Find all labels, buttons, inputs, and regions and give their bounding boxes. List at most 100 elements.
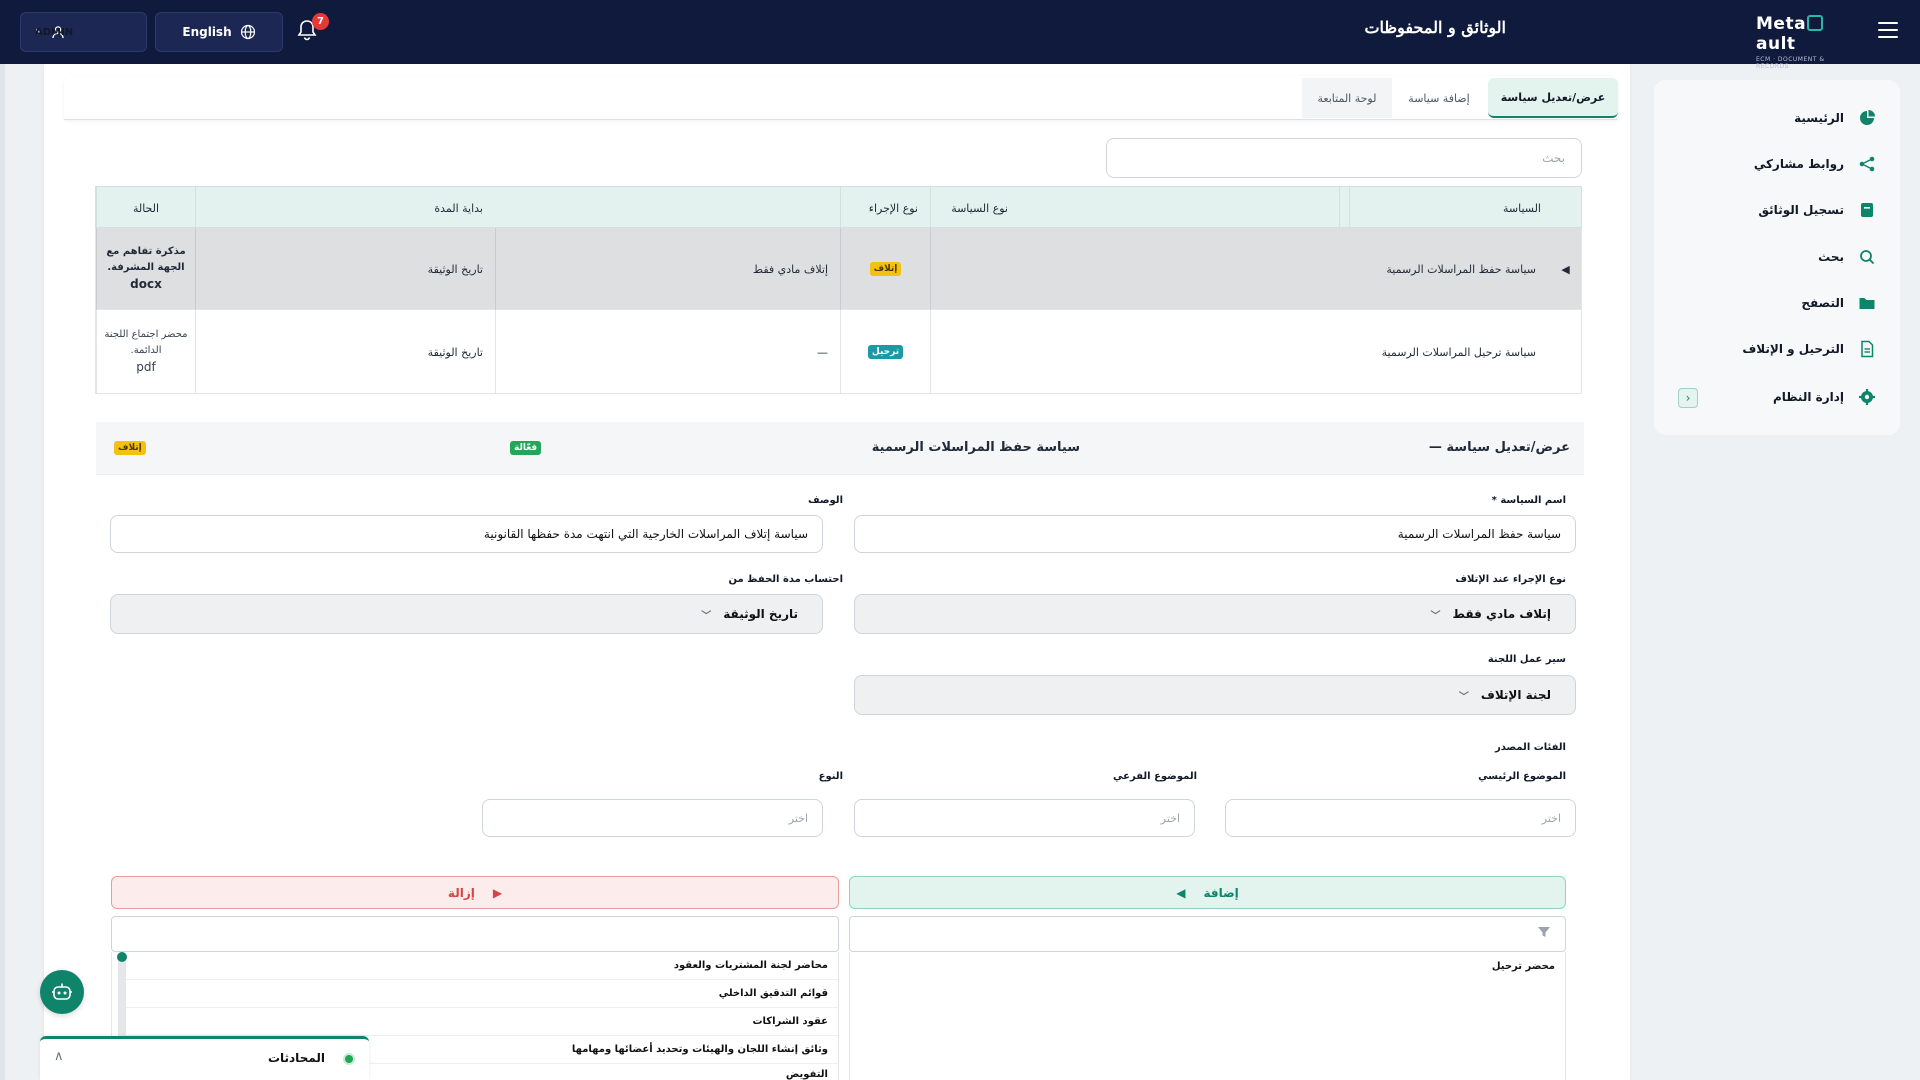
search-icon bbox=[1858, 248, 1876, 266]
cell-policy: سياسة ترحيل المراسلات الرسمية bbox=[930, 310, 1548, 394]
available-filter-input[interactable] bbox=[111, 916, 839, 952]
cell-start-period: تاريخ الوثيقة bbox=[195, 310, 495, 394]
col-policy[interactable]: السياسة bbox=[1339, 187, 1553, 229]
cell-start-period: تاريخ الوثيقة bbox=[195, 228, 495, 310]
col-start-period[interactable]: بداية المدة bbox=[195, 187, 495, 229]
sidebar-item-label: إدارة النظام bbox=[1772, 390, 1844, 404]
arrow-right-icon: ▶ bbox=[492, 885, 503, 900]
list-item[interactable]: محاضر لجنة المشتريات والعقود bbox=[126, 952, 838, 980]
logo-tagline: ECM · DOCUMENT & RECORDS bbox=[1756, 56, 1825, 70]
sidebar-item-share-links[interactable]: روابط مشاركي bbox=[1754, 144, 1876, 184]
action-type-value: إتلاف مادي فقط bbox=[1452, 607, 1551, 621]
description-input[interactable]: سياسة إتلاف المراسلات الخارجية التي انته… bbox=[110, 515, 823, 553]
edit-card-header: عرض/تعديل سياسة — سياسة حفظ المراسلات ال… bbox=[96, 422, 1584, 474]
brand-logo: Metaault ECM · DOCUMENT & RECORDS bbox=[1756, 14, 1852, 70]
action-type-label: نوع الإجراء عند الإتلاف bbox=[1455, 574, 1566, 585]
status-file-ext: pdf bbox=[136, 360, 156, 375]
policy-type-badge: ترحيل bbox=[867, 345, 904, 359]
selected-filter-input[interactable] bbox=[849, 916, 1566, 952]
top-bar: › ADMIN English 7 الوثائق و المحفوظات Me… bbox=[0, 0, 1920, 70]
tabs-bar: عرض/تعديل سياسة إضافة سياسة لوحة المتابع… bbox=[64, 76, 1618, 120]
kind-select[interactable]: اختر bbox=[482, 799, 823, 837]
user-name: ADMIN bbox=[35, 26, 74, 38]
sidebar-item-browse[interactable]: التصفح bbox=[1801, 283, 1876, 323]
cell-status: محضر اجتماع اللجنة الدائمة. pdf bbox=[96, 310, 195, 394]
edit-card-policy-name: سياسة حفظ المراسلات الرسمية bbox=[871, 440, 1080, 455]
cell-policy-type: إتلاف bbox=[840, 228, 930, 310]
sidebar-item-transfer-destroy[interactable]: الترحيل و الإتلاف bbox=[1742, 329, 1876, 369]
col-status[interactable]: الحالة bbox=[96, 187, 195, 229]
sidebar-item-label: تسجيل الوثائق bbox=[1758, 203, 1844, 217]
list-item[interactable]: محضر ترحيل bbox=[850, 952, 1565, 980]
sub-topic-select[interactable]: اختر bbox=[854, 799, 1195, 837]
chat-panel-toggle[interactable]: ∧ المحادثات bbox=[40, 1036, 369, 1080]
edit-card-title: عرض/تعديل سياسة — bbox=[1428, 440, 1570, 455]
policy-name-input[interactable]: سياسة حفظ المراسلات الرسمية bbox=[854, 515, 1576, 553]
search-input[interactable] bbox=[1106, 138, 1582, 178]
sidebar-item-label: التصفح bbox=[1801, 296, 1844, 310]
remove-button-label: إزالة bbox=[447, 885, 475, 900]
committee-workflow-value: لجنة الإتلاف bbox=[1480, 688, 1551, 702]
add-button[interactable]: إضافة ◀ bbox=[849, 876, 1566, 909]
description-label: الوصف bbox=[807, 495, 843, 506]
archive-icon bbox=[1858, 201, 1876, 219]
active-status-badge: فعّالة bbox=[510, 441, 542, 455]
sidebar-item-system-admin[interactable]: إدارة النظام bbox=[1773, 377, 1876, 417]
app-title: الوثائق و المحفوظات bbox=[1364, 18, 1506, 37]
table-row[interactable]: ◀ سياسة حفظ المراسلات الرسمية إتلاف إتلا… bbox=[95, 228, 1582, 310]
sidebar-item-label: روابط مشاركي bbox=[1753, 157, 1844, 171]
kind-label: النوع bbox=[818, 771, 843, 782]
col-policy-type[interactable]: نوع السياسة bbox=[930, 187, 1020, 229]
policy-type-badge: إتلاف bbox=[114, 441, 146, 455]
remove-button[interactable]: ▶ إزالة bbox=[111, 876, 839, 909]
chevron-down-icon: ﹀ bbox=[1458, 691, 1469, 703]
logo-text-a: Meta bbox=[1756, 14, 1807, 34]
user-menu-button[interactable]: › ADMIN bbox=[20, 12, 147, 52]
cell-policy-type: ترحيل bbox=[840, 310, 930, 394]
arrow-left-icon: ◀ bbox=[1176, 885, 1186, 900]
sidebar-item-register-documents[interactable]: تسجيل الوثائق bbox=[1758, 190, 1876, 230]
retention-label: احتساب مدة الحفظ من bbox=[728, 574, 844, 585]
cell-policy: سياسة حفظ المراسلات الرسمية bbox=[930, 228, 1548, 310]
status-file-name: مذكرة تفاهم مع الجهة المشرفة. bbox=[106, 246, 186, 273]
sidebar-collapse-button[interactable]: › bbox=[1678, 388, 1698, 408]
sidebar-item-home[interactable]: الرئيسية bbox=[1794, 98, 1876, 138]
vault-logo-icon bbox=[1807, 15, 1824, 31]
status-file-name: محضر اجتماع اللجنة الدائمة. bbox=[104, 329, 188, 356]
language-switch-button[interactable]: English bbox=[155, 12, 283, 52]
action-type-select[interactable]: إتلاف مادي فقط ﹀ bbox=[854, 594, 1576, 634]
language-label: English bbox=[182, 25, 232, 39]
logo-text-b: ault bbox=[1756, 34, 1796, 54]
pie-chart-icon bbox=[1858, 109, 1876, 127]
retention-select[interactable]: تاريخ الوثيقة ﹀ bbox=[110, 594, 823, 634]
tab-add-policy[interactable]: إضافة سياسة bbox=[1392, 78, 1486, 118]
committee-workflow-select[interactable]: لجنة الإتلاف ﹀ bbox=[854, 675, 1576, 715]
sidebar-item-label: بحث bbox=[1818, 250, 1844, 264]
col-action-type[interactable]: نوع الإجراء bbox=[840, 187, 930, 229]
tab-view-edit-policy[interactable]: عرض/تعديل سياسة bbox=[1488, 78, 1618, 118]
chevron-right-icon: › bbox=[1685, 391, 1691, 405]
list-item[interactable]: عقود الشراكات bbox=[126, 1008, 838, 1036]
tab-dashboard[interactable]: لوحة المتابعة bbox=[1302, 78, 1392, 118]
policy-type-badge: إتلاف bbox=[869, 262, 902, 276]
folder-icon bbox=[1858, 294, 1876, 312]
gear-icon bbox=[1858, 388, 1876, 406]
robot-icon bbox=[51, 981, 73, 1003]
table-row[interactable]: سياسة ترحيل المراسلات الرسمية ترحيل — تا… bbox=[95, 310, 1582, 394]
source-categories-label: الفئات المصدر bbox=[1494, 742, 1566, 753]
filter-icon bbox=[1537, 925, 1551, 939]
add-button-label: إضافة bbox=[1203, 885, 1239, 900]
expand-arrow-icon[interactable]: ◀ bbox=[1548, 228, 1583, 310]
col-action-type-label: نوع الإجراء bbox=[868, 201, 918, 215]
selected-categories-list: محضر ترحيل bbox=[849, 952, 1566, 1080]
assistant-bot-button[interactable] bbox=[40, 970, 84, 1014]
list-item[interactable]: قوائم التدقيق الداخلي bbox=[126, 980, 838, 1008]
main-topic-select[interactable]: اختر bbox=[1225, 799, 1576, 837]
chevron-up-icon: ∧ bbox=[54, 1049, 64, 1064]
sidebar-item-label: الرئيسية bbox=[1794, 111, 1844, 125]
sidebar-item-search[interactable]: بحث bbox=[1818, 237, 1876, 277]
hamburger-menu-icon[interactable] bbox=[1878, 22, 1898, 40]
sub-topic-label: الموضوع الفرعي bbox=[1113, 771, 1197, 782]
policy-name-label: اسم السياسة * bbox=[1491, 495, 1566, 506]
sidebar-item-label: الترحيل و الإتلاف bbox=[1742, 342, 1844, 356]
